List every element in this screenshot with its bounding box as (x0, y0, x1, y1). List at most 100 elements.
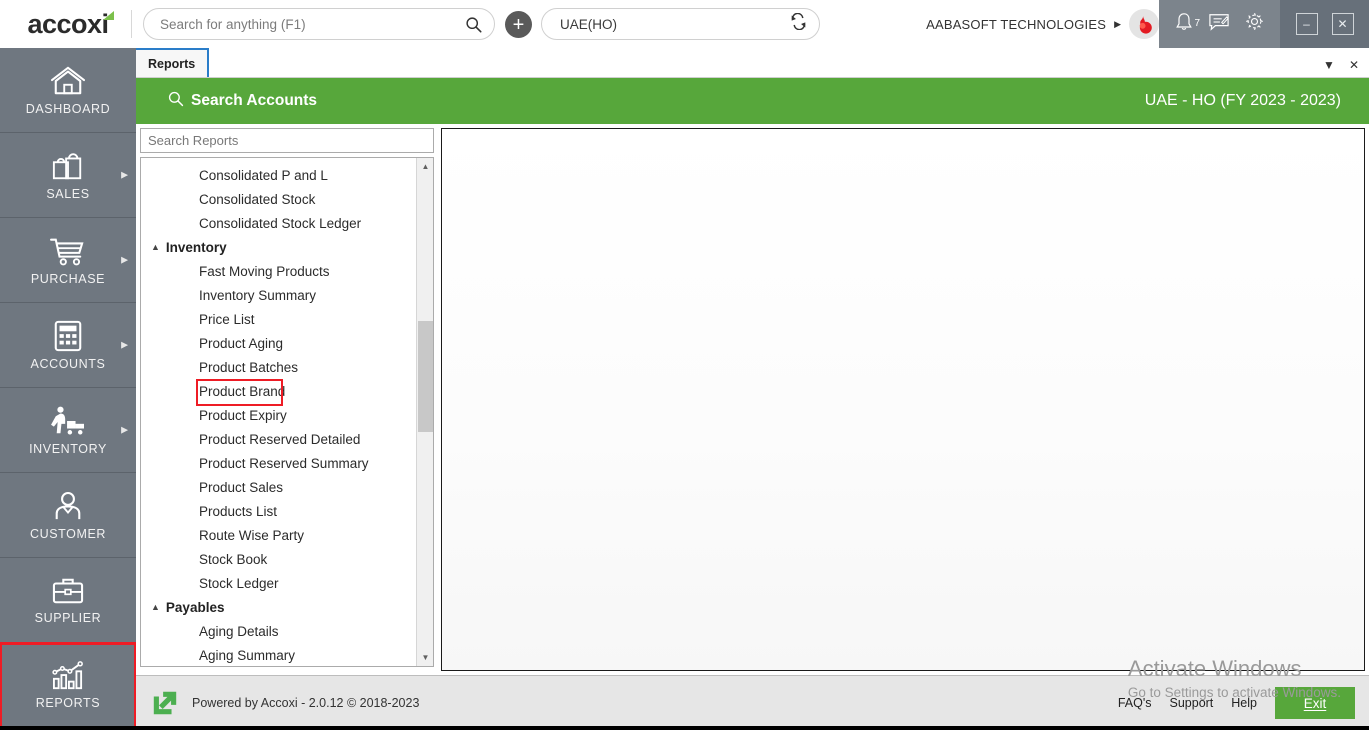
report-list-item[interactable]: Product Sales (141, 475, 417, 499)
tab-label: Reports (148, 56, 196, 71)
report-list-item[interactable]: Stock Book (141, 547, 417, 571)
report-list-item[interactable]: Product Reserved Summary (141, 451, 417, 475)
report-list-item[interactable]: Product Expiry (141, 403, 417, 427)
sidebar-item-reports[interactable]: REPORTS (0, 642, 137, 729)
sidebar-item-label: INVENTORY (29, 441, 107, 456)
reports-group-header[interactable]: ▲ Payables (141, 595, 417, 619)
tab-list-dropdown-icon[interactable]: ▼ (1323, 58, 1335, 72)
reports-search[interactable] (140, 128, 434, 153)
reports-group-label: Payables (165, 599, 225, 615)
sidebar-item-purchase[interactable]: PURCHASE ▶ (0, 218, 136, 303)
report-list-item[interactable]: Product Aging (141, 331, 417, 355)
sidebar-item-customer[interactable]: CUSTOMER (0, 473, 136, 558)
reports-list: Consolidated P and L Consolidated Stock Co… (141, 158, 417, 666)
page-title-group: Search Accounts (168, 91, 317, 112)
gear-icon[interactable] (1244, 11, 1265, 37)
scroll-down-icon[interactable]: ▼ (417, 649, 433, 666)
report-list-item[interactable]: Consolidated Stock (141, 187, 417, 211)
minimize-button[interactable]: – (1295, 13, 1318, 35)
add-new-button[interactable]: + (505, 11, 532, 38)
sidebar-item-inventory[interactable]: INVENTORY ▶ (0, 388, 136, 473)
chevron-right-icon: ▶ (121, 254, 128, 265)
report-list-item[interactable]: Fast Moving Products (141, 259, 417, 283)
sidebar-item-accounts[interactable]: ACCOUNTS ▶ (0, 303, 136, 388)
accoxi-mark-icon (150, 688, 180, 718)
search-input[interactable] (160, 16, 465, 32)
sidebar-item-label: SALES (46, 186, 90, 201)
report-list-item[interactable]: Consolidated Stock Ledger (141, 211, 417, 235)
tab-strip: Reports ▼ ✕ (136, 48, 1369, 78)
sidebar-item-label: SUPPLIER (34, 610, 102, 625)
report-list-item[interactable]: Aging Details (141, 619, 417, 643)
sidebar-item-label: ACCOUNTS (30, 356, 106, 371)
notification-bell[interactable]: 7 (1174, 11, 1200, 38)
branch-fy-context: UAE - HO (FY 2023 - 2023) (1144, 92, 1341, 109)
branch-value: UAE(HO) (560, 16, 617, 32)
chevron-right-icon: ▶ (1114, 18, 1121, 29)
footer-bar: Powered by Accoxi - 2.0.12 © 2018-2023 F… (136, 675, 1369, 730)
reports-panel: Consolidated P and LConsolidated StockCo… (140, 128, 440, 671)
report-list-item[interactable]: Products List (141, 499, 417, 523)
tab-close-icon[interactable]: ✕ (1349, 58, 1359, 72)
report-list-item[interactable]: Product Reserved Detailed (141, 427, 417, 451)
report-list-item[interactable]: Product Batches (141, 355, 417, 379)
plus-icon: + (512, 13, 525, 36)
app-logo-text: accoxi (27, 8, 109, 39)
app-window: accoxi + UAE(HO) (0, 0, 1369, 730)
footer-link-help[interactable]: Help (1231, 696, 1257, 710)
footer-link-faqs[interactable]: FAQ's (1118, 696, 1152, 710)
search-reports-input[interactable] (148, 133, 426, 148)
exit-button[interactable]: Exit (1275, 687, 1355, 719)
chevron-right-icon: ▶ (121, 424, 128, 435)
person-icon (52, 490, 84, 522)
notification-count: 7 (1194, 17, 1200, 29)
avatar[interactable] (1129, 9, 1159, 39)
sidebar-item-dashboard[interactable]: DASHBOARD (0, 48, 136, 133)
sidebar-item-sales[interactable]: SALES ▶ (0, 133, 136, 218)
close-button[interactable]: ✕ (1331, 13, 1354, 35)
report-list-item[interactable]: Price List (141, 307, 417, 331)
message-icon[interactable] (1208, 12, 1230, 37)
global-search[interactable] (143, 8, 495, 40)
powered-by-text: Powered by Accoxi - 2.0.12 © 2018-2023 (192, 696, 420, 710)
chevron-up-icon: ▲ (151, 241, 160, 252)
app-logo: accoxi (0, 0, 136, 48)
minimize-icon: – (1303, 17, 1310, 31)
footer-links: FAQ's Support Help Exit (1118, 687, 1369, 719)
footer-link-support[interactable]: Support (1170, 696, 1214, 710)
report-list-item[interactable]: Inventory Summary (141, 283, 417, 307)
reports-list-container: Consolidated P and L Consolidated Stock Co… (140, 157, 434, 667)
report-list-item[interactable]: Aging Summary (141, 643, 417, 666)
report-list-item[interactable]: Route Wise Party (141, 523, 417, 547)
reports-scrollbar[interactable]: ▲ ▼ (416, 158, 433, 666)
branch-selector[interactable]: UAE(HO) (541, 8, 820, 40)
calculator-icon (52, 320, 84, 352)
report-viewer (441, 128, 1365, 671)
report-list-item[interactable]: Product Brand (141, 379, 417, 406)
home-icon (49, 65, 87, 97)
reports-group-header[interactable]: ▲ Inventory (141, 235, 417, 259)
page-title: Search Accounts (191, 92, 318, 109)
report-list-item[interactable]: Consolidated P and L (141, 163, 417, 187)
scrollbar-thumb[interactable] (418, 321, 433, 432)
chevron-up-icon: ▲ (151, 601, 160, 612)
report-list-item[interactable]: Stock Ledger (141, 571, 417, 595)
header-icon-group: 7 (1159, 0, 1280, 48)
logo-divider (131, 10, 132, 38)
window-controls: – ✕ (1280, 0, 1369, 48)
close-icon: ✕ (1337, 17, 1348, 31)
scroll-up-icon[interactable]: ▲ (417, 158, 433, 175)
chevron-right-icon: ▶ (121, 169, 128, 180)
sidebar-item-supplier[interactable]: SUPPLIER (0, 558, 136, 643)
window-bottom-edge (0, 726, 1369, 730)
search-icon (465, 16, 482, 33)
left-sidebar: DASHBOARD SALES ▶ PURCHASE ▶ ACCOUNTS ▶ … (0, 48, 137, 730)
search-icon (168, 91, 184, 112)
content-area: Consolidated P and LConsolidated StockCo… (136, 124, 1369, 675)
sidebar-item-label: PURCHASE (30, 271, 106, 286)
company-selector[interactable]: AABASOFT TECHNOLOGIES ▶ (926, 0, 1159, 48)
sidebar-item-label: REPORTS (35, 696, 101, 710)
tab-reports[interactable]: Reports (136, 48, 210, 77)
switch-branch-icon[interactable] (790, 12, 807, 35)
briefcase-icon (51, 576, 85, 606)
